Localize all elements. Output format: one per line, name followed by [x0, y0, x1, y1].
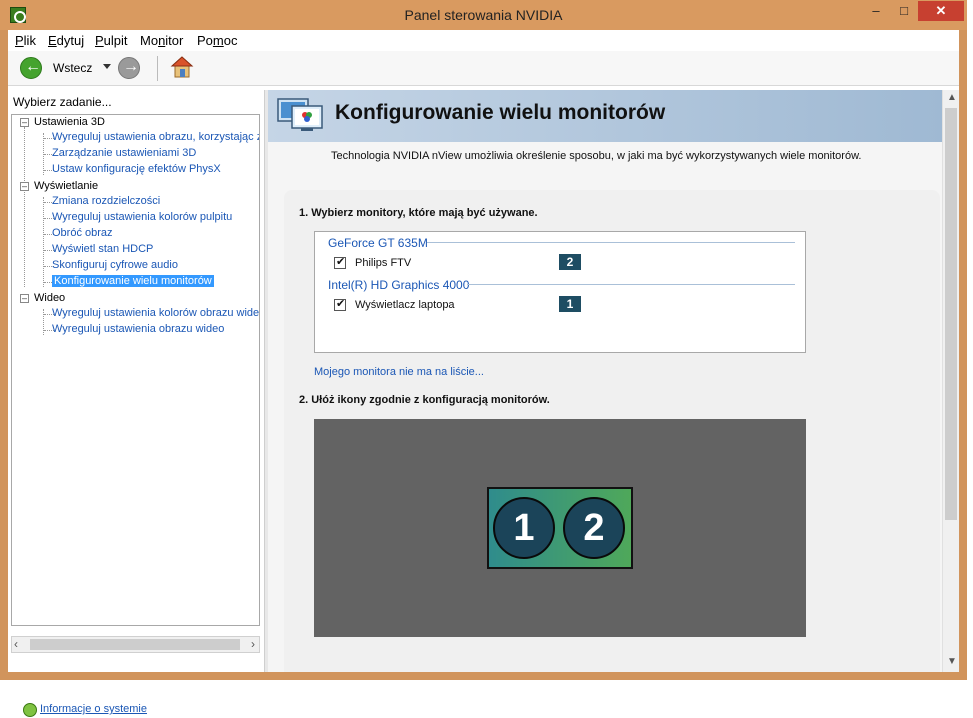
group-divider: [427, 242, 795, 243]
gpu-label: GeForce GT 635M: [328, 236, 428, 250]
scroll-thumb[interactable]: [945, 108, 957, 520]
page-header: Konfigurowanie wielu monitorów: [268, 90, 942, 142]
tree-item-hdcp[interactable]: Wyświetl stan HDCP: [52, 243, 153, 255]
monitor-name[interactable]: Wyświetlacz laptopa: [355, 299, 455, 311]
scroll-down-icon[interactable]: ▼: [947, 656, 957, 667]
toolbar-separator: [157, 56, 158, 81]
monitor-checkbox-philips[interactable]: [334, 255, 346, 269]
multi-monitor-icon: [277, 98, 323, 131]
toolbar: Wstecz: [8, 51, 959, 86]
tree-item-multi-monitor[interactable]: Konfigurowanie wielu monitorów: [52, 275, 214, 287]
window-title: Panel sterowania NVIDIA: [404, 7, 563, 23]
monitor-icon-2[interactable]: 2: [563, 497, 625, 559]
info-icon: [23, 703, 37, 717]
tree-item-rotate[interactable]: Obróć obraz: [52, 227, 113, 239]
collapse-toggle-display[interactable]: –: [20, 182, 29, 191]
scroll-up-icon[interactable]: ▲: [947, 92, 957, 103]
monitor-arrangement-canvas[interactable]: 1 2: [314, 419, 806, 637]
content-pane: Konfigurowanie wielu monitorów Technolog…: [268, 90, 959, 672]
forward-arrow-icon[interactable]: [118, 57, 140, 79]
tree-line: [43, 309, 44, 335]
menu-pomoc[interactable]: Pomoc: [197, 33, 237, 48]
menu-pulpit[interactable]: Pulpit: [95, 33, 128, 48]
menu-monitor[interactable]: Monitor: [140, 33, 183, 48]
tree-item-physx[interactable]: Ustaw konfigurację efektów PhysX: [52, 163, 221, 175]
back-button-label[interactable]: Wstecz: [53, 61, 92, 75]
title-bar[interactable]: Panel sterowania NVIDIA – □ ✕: [0, 0, 967, 30]
scroll-thumb[interactable]: [30, 639, 240, 650]
dropdown-arrow-icon[interactable]: [103, 64, 111, 69]
tree-item-adjust-image[interactable]: Wyreguluj ustawienia obrazu, korzystając…: [52, 131, 259, 143]
maximize-button[interactable]: □: [891, 1, 917, 21]
close-button[interactable]: ✕: [918, 1, 964, 21]
tree-category-video[interactable]: Wideo: [34, 292, 65, 304]
monitor-not-listed-link[interactable]: Mojego monitora nie ma na liście...: [314, 366, 484, 378]
tree-item-desktop-color[interactable]: Wyreguluj ustawienia kolorów pulpitu: [52, 211, 232, 223]
monitor-checkbox-laptop[interactable]: [334, 297, 346, 311]
gpu-label: Intel(R) HD Graphics 4000: [328, 278, 470, 292]
monitor-selection-list: GeForce GT 635M Philips FTV 2 Intel(R) H…: [314, 231, 806, 353]
monitor-name[interactable]: Philips FTV: [355, 257, 411, 269]
back-arrow-icon[interactable]: [20, 57, 42, 79]
monitor-number-badge: 2: [559, 254, 581, 270]
tree-item-digital-audio[interactable]: Skonfiguruj cyfrowe audio: [52, 259, 178, 271]
menu-edytuj[interactable]: Edytuj: [48, 33, 84, 48]
tree-item-video-color[interactable]: Wyreguluj ustawienia kolorów obrazu wide…: [52, 307, 259, 319]
task-pane: Wybierz zadanie... – Ustawienia 3D Wyreg…: [8, 90, 265, 717]
scroll-right-icon[interactable]: ›: [251, 637, 255, 651]
tree-line: [43, 197, 44, 287]
monitor-icon-group[interactable]: 1 2: [487, 487, 633, 569]
monitor-icon-1[interactable]: 1: [493, 497, 555, 559]
collapse-toggle-3d[interactable]: –: [20, 118, 29, 127]
tree-line: [24, 127, 25, 287]
system-info-link[interactable]: Informacje o systemie: [40, 703, 147, 715]
step2-heading: 2. Ułóż ikony zgodnie z konfiguracją mon…: [299, 394, 550, 406]
monitor-number-badge: 1: [559, 296, 581, 312]
tree-item-manage-3d[interactable]: Zarządzanie ustawieniami 3D: [52, 147, 196, 159]
step1-heading: 1. Wybierz monitory, które mają być używ…: [299, 207, 538, 219]
task-header: Wybierz zadanie...: [13, 95, 112, 109]
menu-plik[interactable]: Plik: [15, 33, 36, 48]
page-title: Konfigurowanie wielu monitorów: [335, 101, 666, 124]
client-area: Plik Edytuj Pulpit Monitor Pomoc Wstecz …: [8, 30, 959, 717]
minimize-button[interactable]: –: [863, 1, 889, 21]
menu-bar: Plik Edytuj Pulpit Monitor Pomoc: [8, 30, 959, 51]
content-vertical-scrollbar[interactable]: ▲ ▼: [942, 90, 959, 672]
collapse-toggle-video[interactable]: –: [20, 294, 29, 303]
tree-item-video-image[interactable]: Wyreguluj ustawienia obrazu wideo: [52, 323, 224, 335]
tree-item-resolution[interactable]: Zmiana rozdzielczości: [52, 195, 160, 207]
group-divider: [467, 284, 795, 285]
task-tree: – Ustawienia 3D Wyreguluj ustawienia obr…: [11, 114, 260, 626]
home-icon[interactable]: [170, 55, 194, 79]
tree-category-3d[interactable]: Ustawienia 3D: [34, 116, 105, 128]
tree-horizontal-scrollbar[interactable]: ‹ ›: [11, 636, 260, 653]
app-window: Panel sterowania NVIDIA – □ ✕ Plik Edytu…: [0, 0, 967, 717]
tree-category-display[interactable]: Wyświetlanie: [34, 180, 98, 192]
page-description: Technologia NVIDIA nView umożliwia okreś…: [331, 150, 862, 162]
scroll-left-icon[interactable]: ‹: [14, 637, 18, 651]
